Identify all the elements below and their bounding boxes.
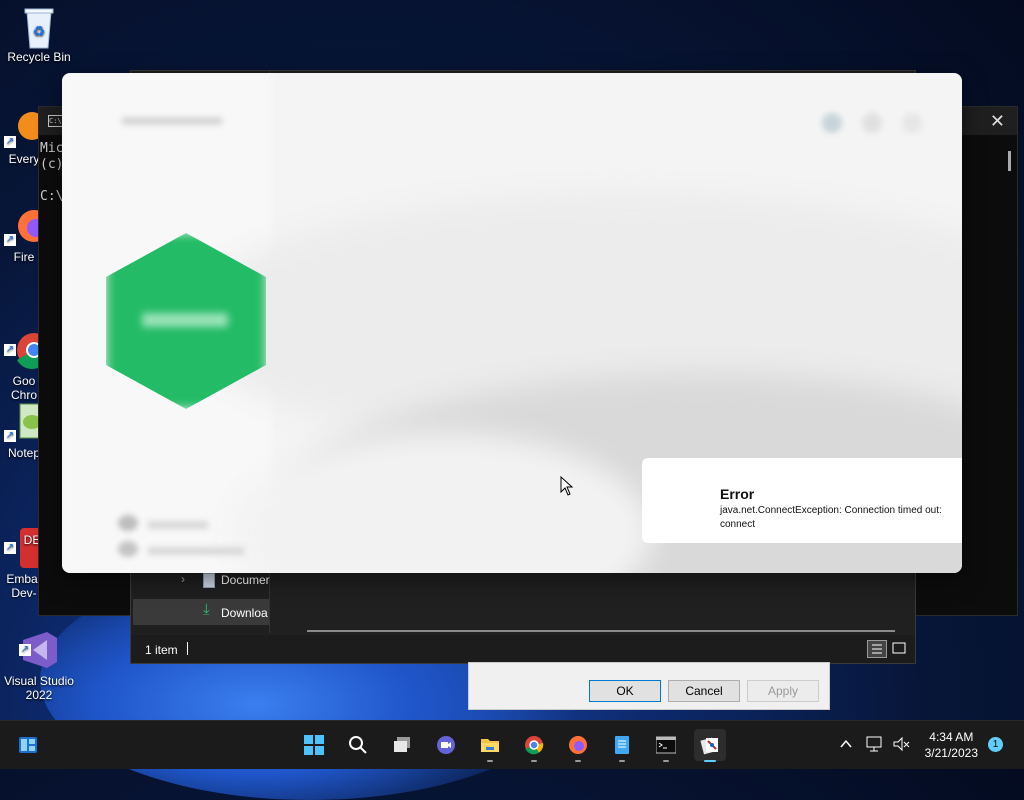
running-indicator	[704, 760, 716, 762]
header-icon	[822, 113, 842, 133]
nav-item-label: Downloa	[221, 606, 268, 620]
sidebar-icon	[118, 515, 138, 531]
widgets-icon	[19, 737, 37, 753]
desktop-icon-recycle-bin[interactable]: ♻ Recycle Bin	[1, 6, 77, 64]
explorer-status-bar: 1 item	[131, 635, 915, 663]
running-indicator	[531, 760, 537, 762]
recycle-bin-icon: ♻	[19, 6, 59, 49]
sidebar-item-placeholder	[148, 521, 208, 529]
firefox-taskbar-button[interactable]	[562, 729, 594, 762]
notepad-icon	[615, 736, 629, 754]
header-icon	[862, 113, 882, 133]
shortcut-arrow-icon: ↗	[4, 542, 16, 554]
chrome-icon	[525, 736, 544, 755]
error-notification[interactable]: Error java.net.ConnectException: Connect…	[642, 458, 962, 543]
search-button[interactable]	[342, 729, 374, 761]
folder-icon	[481, 739, 499, 752]
nav-item-label: Documer	[221, 573, 270, 587]
properties-dialog[interactable]: OK Cancel Apply	[468, 662, 830, 710]
running-indicator	[575, 760, 581, 762]
clock-time: 4:34 AM	[929, 730, 974, 744]
sidebar-icon	[118, 541, 138, 557]
task-view-button[interactable]	[386, 729, 418, 761]
running-indicator	[619, 760, 625, 762]
ok-button[interactable]: OK	[589, 680, 661, 702]
network-icon[interactable]	[866, 735, 884, 753]
notification-title: Error	[720, 486, 755, 502]
desktop-icon-visual-studio[interactable]: ↗ Visual Studio 2022	[1, 602, 77, 716]
document-icon	[203, 573, 215, 588]
desktop-icon-label: Visual Studio 2022	[4, 674, 74, 702]
start-button[interactable]	[298, 729, 330, 761]
app-icon	[700, 737, 718, 755]
teams-chat-button[interactable]	[430, 729, 462, 761]
volume-muted-icon[interactable]	[892, 735, 910, 753]
chevron-right-icon: ›	[181, 572, 185, 586]
widgets-button[interactable]	[12, 729, 44, 761]
mouse-cursor-icon	[560, 476, 574, 496]
apply-button[interactable]: Apply	[747, 680, 819, 702]
text-cursor	[187, 642, 188, 655]
terminal-taskbar-button[interactable]	[650, 729, 682, 762]
sidebar-item-placeholder	[148, 547, 244, 555]
task-view-icon	[394, 737, 410, 752]
system-clock[interactable]: 4:34 AM 3/21/2023	[925, 729, 978, 761]
explorer-horizontal-scrollbar[interactable]	[307, 630, 895, 632]
running-indicator	[487, 760, 493, 762]
active-app-taskbar-button[interactable]	[694, 729, 726, 762]
nav-item-downloads[interactable]: ⤓ Downloa	[133, 599, 269, 625]
taskbar: 4:34 AM 3/21/2023 1	[0, 720, 1024, 769]
app-logo-text	[142, 313, 228, 327]
running-indicator	[663, 760, 669, 762]
tiles-view-icon[interactable]	[891, 640, 907, 656]
terminal-icon	[656, 736, 676, 754]
clock-date: 3/21/2023	[924, 746, 978, 760]
download-icon: ⤓	[203, 601, 210, 618]
desktop-icon-label: Recycle Bin	[7, 50, 71, 64]
shortcut-arrow-icon: ↗	[4, 344, 16, 356]
shortcut-arrow-icon: ↗	[4, 136, 16, 148]
chrome-taskbar-button[interactable]	[518, 729, 550, 762]
windows-logo-icon	[304, 735, 324, 755]
chat-icon	[437, 736, 455, 754]
notepad-taskbar-button[interactable]	[606, 729, 638, 762]
notification-badge[interactable]: 1	[988, 737, 1003, 752]
status-item-count: 1 item	[145, 643, 178, 657]
show-hidden-icons-chevron-icon[interactable]	[840, 739, 852, 749]
details-view-icon[interactable]	[867, 640, 887, 658]
header-icon	[902, 113, 922, 133]
notification-message: java.net.ConnectException: Connection ti…	[720, 505, 942, 530]
firefox-icon	[569, 736, 587, 754]
file-explorer-taskbar-button[interactable]	[474, 729, 506, 762]
search-icon	[349, 736, 367, 754]
console-scrollbar[interactable]	[1008, 151, 1011, 171]
shortcut-arrow-icon: ↗	[4, 234, 16, 246]
visual-studio-icon: ↗	[19, 616, 59, 668]
cancel-button[interactable]: Cancel	[668, 680, 740, 702]
shortcut-arrow-icon: ↗	[19, 644, 31, 656]
console-close-button[interactable]: ✕	[990, 111, 1005, 132]
app-header-placeholder	[122, 117, 222, 125]
svg-text:♻: ♻	[33, 23, 46, 39]
shortcut-arrow-icon: ↗	[4, 430, 16, 442]
